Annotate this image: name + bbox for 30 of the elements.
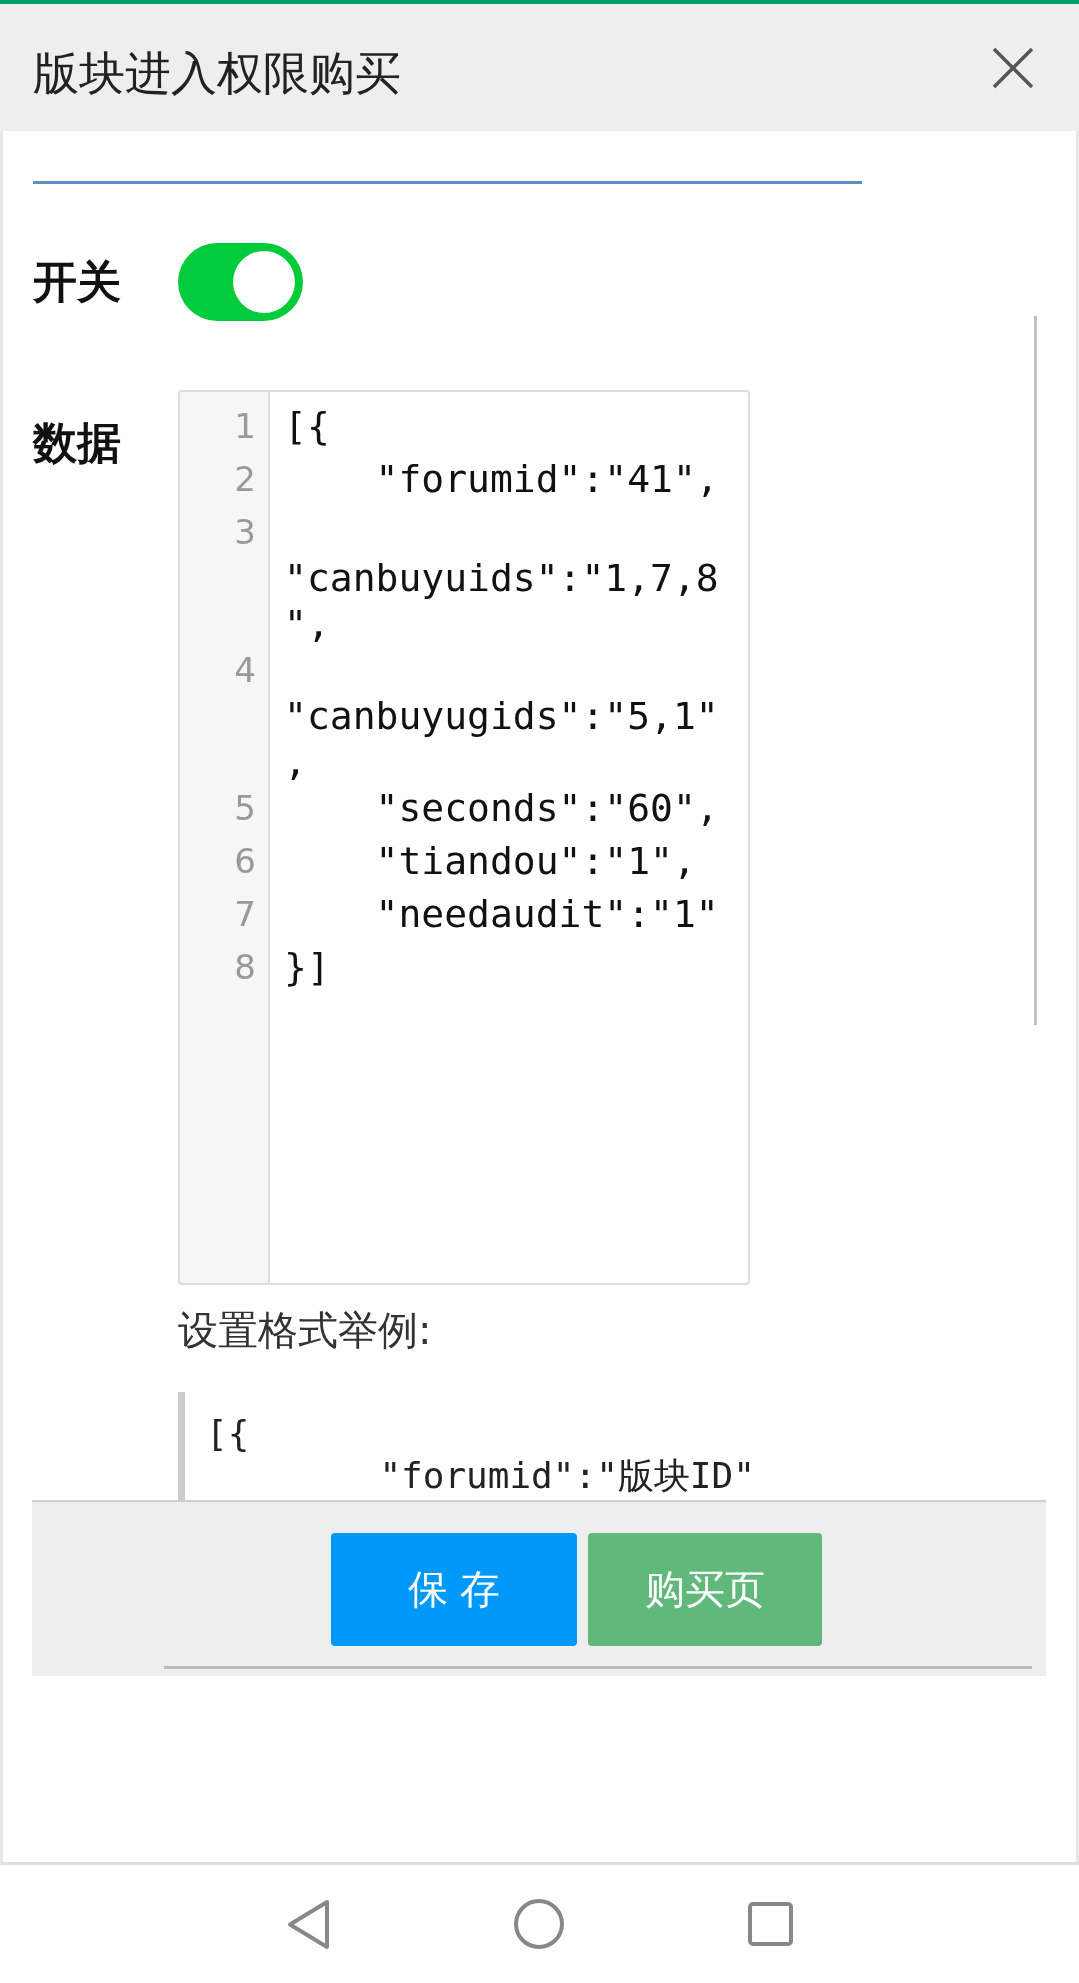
save-button[interactable]: 保 存 (331, 1533, 577, 1646)
code-line: "canbuyugids":"5,1", (284, 693, 720, 785)
code-editor[interactable]: 1 [{ 2 "forumid":"41", 3 "canbuyuids":"1,7,8", 4 "canbuyugids":"5,1", 5 "seconds":"60", 6 "tiandou":"1", 7 "needaudit":"1" 8 }] (178, 390, 750, 1285)
line-number: 4 (234, 650, 256, 690)
line-number: 5 (234, 788, 256, 828)
code-line: "seconds":"60", (374, 785, 719, 831)
example-code-line: [{ (206, 1413, 250, 1455)
code-line: "forumid":"41", (374, 456, 719, 502)
switch-label: 开关 (33, 256, 121, 307)
code-line: }] (284, 944, 330, 990)
line-number: 8 (234, 947, 256, 987)
line-number: 3 (234, 512, 256, 552)
dialog-title: 版块进入权限购买 (33, 44, 401, 102)
back-icon[interactable] (286, 1898, 330, 1950)
example-caption: 设置格式举例: (178, 1306, 432, 1355)
code-line: "canbuyuids":"1,7,8", (284, 555, 720, 647)
close-icon[interactable] (992, 46, 1034, 89)
code-line: [{ (284, 403, 330, 449)
example-code-line: "forumid":"版块ID" (378, 1455, 755, 1497)
purchase-page-button[interactable]: 购买页 (588, 1533, 822, 1646)
code-line: "needaudit":"1" (374, 891, 719, 937)
line-number: 1 (234, 406, 256, 446)
line-number: 7 (234, 894, 256, 934)
data-label: 数据 (33, 418, 121, 468)
scrollbar[interactable] (1034, 316, 1037, 1025)
line-number: 2 (234, 459, 256, 499)
line-number: 6 (234, 841, 256, 881)
home-icon[interactable] (513, 1899, 564, 1949)
code-line: "tiandou":"1", (374, 838, 696, 884)
recents-icon[interactable] (747, 1902, 793, 1946)
